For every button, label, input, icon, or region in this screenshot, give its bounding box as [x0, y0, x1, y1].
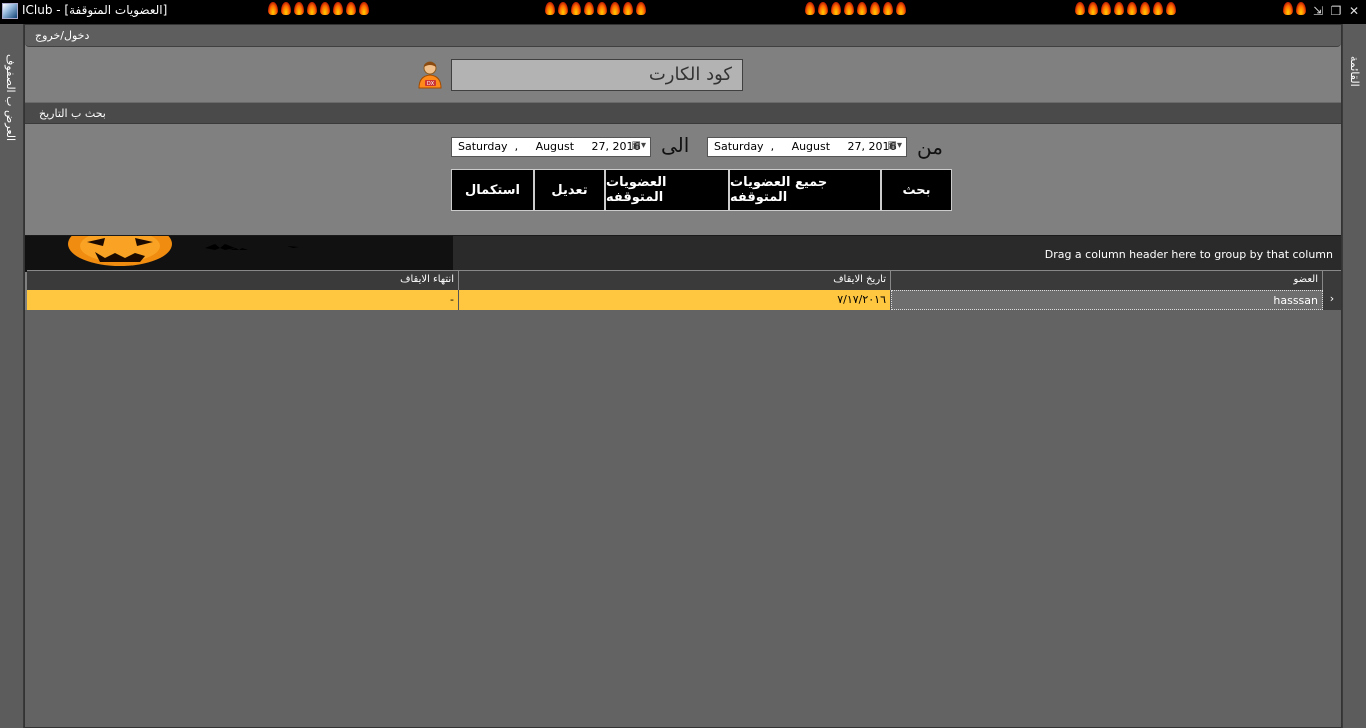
menu-login-logout[interactable]: دخول/خروج	[35, 29, 89, 42]
column-header-member[interactable]: العضو	[891, 270, 1323, 290]
date-search-title: بحث ب التاريخ	[39, 107, 106, 120]
to-month: August	[535, 140, 575, 153]
cell-stop-date[interactable]: ٧/١٧/٢٠١٦	[459, 290, 891, 310]
from-month: August	[791, 140, 831, 153]
grid-empty-area	[25, 310, 1341, 727]
svg-text:DX: DX	[427, 81, 435, 87]
grid-header: انتهاء الايقاف تاريخ الايقاف العضو	[27, 270, 1341, 290]
all-stopped-memberships-button[interactable]: جميع العضويات المتوقفه	[729, 169, 881, 211]
card-code-input[interactable]: كود الكارت	[451, 59, 743, 91]
title-bar: IClub - [العضويات المتوقفة] ⇲ ❐ ✕	[0, 0, 1366, 24]
right-rail-tab[interactable]: القائمة	[1348, 56, 1361, 87]
resize-icon[interactable]: ⇲	[1310, 3, 1326, 19]
menu-bar: دخول/خروج	[25, 25, 1341, 47]
edit-button[interactable]: تعديل	[534, 169, 605, 211]
calendar-dropdown-icon[interactable]: ▦▾	[632, 140, 646, 151]
complete-button[interactable]: استكمال	[451, 169, 534, 211]
left-side-panel: العرض ب الصفوف	[0, 24, 24, 728]
flame-decoration	[545, 0, 655, 15]
main-panel: دخول/خروج DX كود الكارت بحث ب التاريخ من…	[24, 24, 1342, 728]
from-label: من	[917, 135, 943, 159]
to-date-picker[interactable]: Saturday , August 27, 2016 ▦▾	[451, 137, 651, 157]
from-day: Saturday	[714, 140, 764, 153]
column-header-stop-end[interactable]: انتهاء الايقاف	[27, 270, 459, 290]
search-button[interactable]: بحث	[881, 169, 952, 211]
app-icon	[2, 3, 18, 19]
to-label: الى	[661, 133, 690, 157]
cell-member[interactable]: hasssan	[891, 290, 1323, 310]
flame-decoration	[268, 0, 378, 15]
table-row[interactable]: - ٧/١٧/٢٠١٦ hasssan ›	[27, 290, 1341, 310]
stopped-memberships-button[interactable]: العضويات المتوقفه	[605, 169, 729, 211]
row-indicator-header	[1323, 270, 1341, 290]
date-search-group-header: بحث ب التاريخ	[25, 102, 1341, 124]
left-rail-tab[interactable]: العرض ب الصفوف	[4, 54, 17, 141]
flame-decoration	[805, 0, 915, 15]
to-day: Saturday	[458, 140, 508, 153]
cell-stop-end[interactable]: -	[27, 290, 459, 310]
user-dx-icon: DX	[415, 59, 445, 89]
date-filter-panel: من Saturday , August 27, 2016 ▦▾ الى Sat…	[25, 124, 1341, 236]
from-date-picker[interactable]: Saturday , August 27, 2016 ▦▾	[707, 137, 907, 157]
card-code-row: DX كود الكارت	[25, 47, 1341, 103]
column-header-stop-date[interactable]: تاريخ الايقاف	[459, 270, 891, 290]
row-indicator-chevron-icon: ›	[1323, 290, 1341, 310]
calendar-dropdown-icon[interactable]: ▦▾	[888, 140, 902, 151]
group-hint-text: Drag a column header here to group by th…	[1044, 248, 1333, 261]
right-side-panel: القائمة	[1342, 24, 1366, 728]
flame-decoration	[1075, 0, 1185, 15]
restore-icon[interactable]: ❐	[1328, 3, 1344, 19]
close-icon[interactable]: ✕	[1346, 3, 1362, 19]
group-panel[interactable]: Drag a column header here to group by th…	[25, 235, 1341, 272]
window-title: IClub - [العضويات المتوقفة]	[22, 3, 168, 17]
halloween-banner	[25, 236, 453, 272]
action-buttons: استكمال تعديل العضويات المتوقفه جميع الع…	[451, 169, 952, 211]
